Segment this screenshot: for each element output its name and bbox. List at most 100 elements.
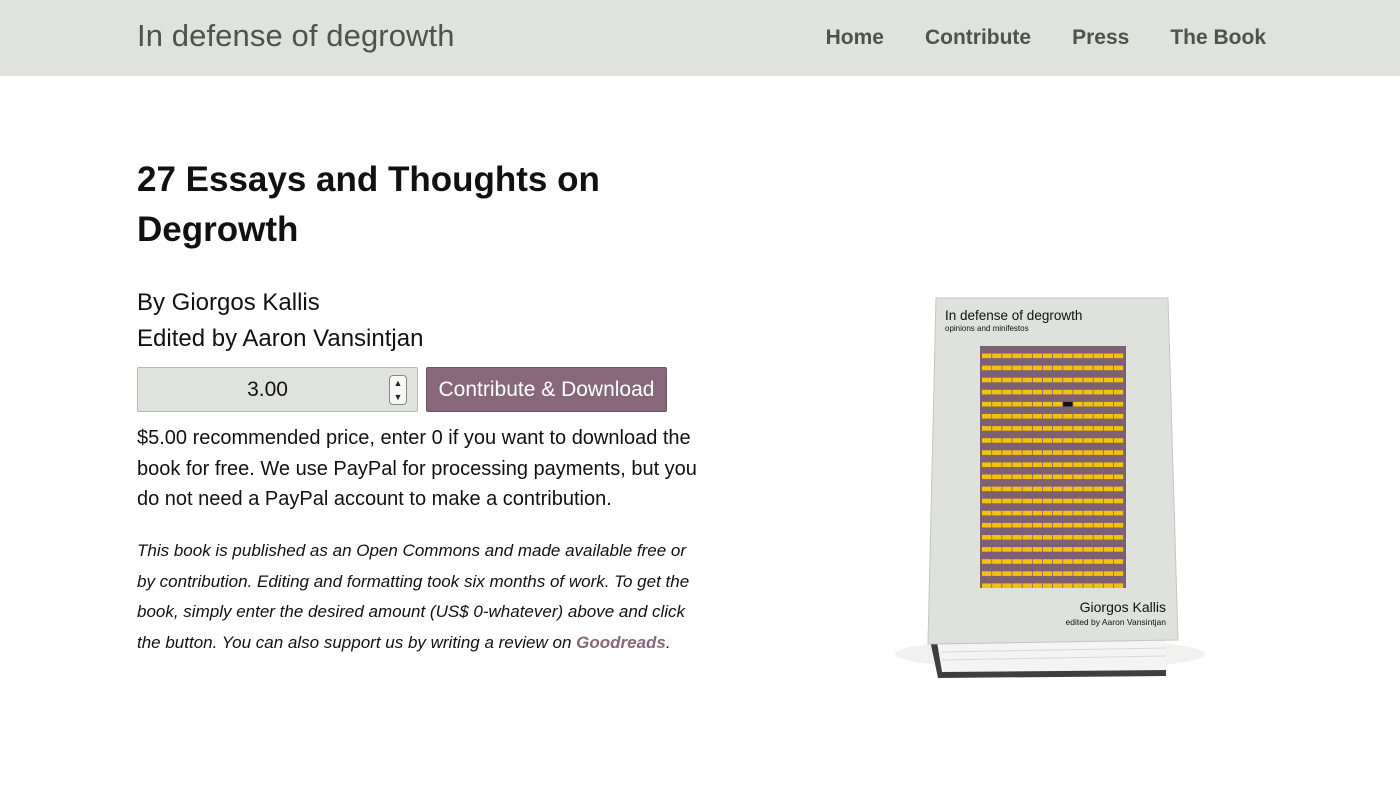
byline: By Giorgos Kallis Edited by Aaron Vansin…	[137, 285, 727, 357]
nav-contribute[interactable]: Contribute	[925, 26, 1031, 50]
stripe-cell	[1073, 510, 1083, 516]
stripe-cell	[1073, 547, 1083, 552]
stripe-cell	[1103, 547, 1114, 552]
stripe-cell	[1113, 353, 1124, 359]
stripe-cell	[1113, 414, 1124, 419]
stripe-cell	[1103, 426, 1114, 431]
stripe-cell	[1042, 486, 1053, 492]
stripe-cell	[1063, 535, 1073, 540]
stripe-cell	[1093, 535, 1103, 540]
stripe-cell	[982, 498, 992, 504]
stripe-cell	[1063, 474, 1073, 480]
stripe-cell	[1032, 486, 1043, 492]
nav-press[interactable]: Press	[1072, 26, 1129, 50]
stripe-cell	[1032, 474, 1043, 480]
stripe-cell	[1032, 547, 1043, 552]
stripe-cell	[1053, 365, 1063, 371]
stripe-cell	[1063, 583, 1073, 588]
stripe-cell	[1022, 474, 1032, 480]
amount-stepper[interactable]: ▲ ▼	[389, 375, 407, 405]
stripe-cell	[1083, 450, 1093, 455]
stripe-cell	[1113, 486, 1124, 492]
stripe-cell	[1032, 377, 1043, 383]
stripe-cell	[1053, 462, 1063, 467]
stripe-cell	[1093, 559, 1103, 564]
stepper-down-icon[interactable]: ▼	[394, 392, 403, 402]
stripe-cell	[1083, 571, 1093, 576]
stripe-cell	[1012, 353, 1022, 359]
stripe-cell	[1002, 510, 1012, 516]
stripe-cell	[1113, 547, 1124, 552]
stripe-cell	[1093, 510, 1103, 516]
stripe-cell	[1113, 583, 1124, 588]
stripe-cell	[1073, 389, 1083, 395]
stripe-cell	[1012, 571, 1022, 576]
stripe-cell	[982, 486, 992, 492]
stripe-cell	[1083, 426, 1093, 431]
stripe-cell	[1113, 535, 1124, 540]
stripe-cell	[1042, 559, 1053, 564]
stripe-cell	[1073, 486, 1083, 492]
nav-the-book[interactable]: The Book	[1170, 26, 1266, 50]
stripe-cell	[1022, 510, 1032, 516]
stripe-cell	[1053, 353, 1063, 359]
stripe-cell	[1113, 510, 1124, 516]
stripe-cell	[1103, 535, 1114, 540]
stripe-cell	[992, 535, 1002, 540]
stripe-cell	[1053, 571, 1063, 576]
stripe-cell	[1083, 510, 1093, 516]
stepper-up-icon[interactable]: ▲	[394, 378, 403, 388]
stripe-cell	[982, 559, 992, 564]
stripe-cell	[1032, 571, 1043, 576]
stripe-cell	[1063, 547, 1073, 552]
stripe-cell	[1042, 389, 1053, 395]
cover-subtitle: opinions and minifestos	[945, 324, 1029, 333]
site-title[interactable]: In defense of degrowth	[137, 18, 455, 54]
stripe-cell	[1103, 353, 1114, 359]
stripe-cell	[1012, 450, 1022, 455]
stripe-cell	[1093, 353, 1103, 359]
stripe-cell	[1093, 547, 1103, 552]
stripe-cell	[1012, 414, 1022, 419]
stripe-cell	[1012, 365, 1022, 371]
stripe-cell	[1073, 377, 1083, 383]
stripe-cell	[1103, 571, 1114, 576]
contribute-download-button[interactable]: Contribute & Download	[426, 367, 667, 412]
stripe-cell	[1002, 571, 1012, 576]
stripe-cell	[992, 353, 1002, 359]
stripe-cell	[1073, 535, 1083, 540]
stripe-cell	[992, 401, 1002, 407]
stripe-cell	[1012, 535, 1022, 540]
stripe-cell	[1002, 401, 1012, 407]
stripe-cell	[982, 450, 992, 455]
stripe-cell	[1022, 498, 1032, 504]
goodreads-link[interactable]: Goodreads	[576, 633, 666, 652]
stripe-cell	[982, 571, 992, 576]
stripe-cell	[1103, 377, 1114, 383]
editor-line: Edited by Aaron Vansintjan	[137, 325, 424, 352]
stripe-cell	[1032, 450, 1043, 455]
amount-input[interactable]	[138, 368, 417, 411]
stripe-cell	[1022, 401, 1032, 407]
stripe-cell	[992, 450, 1002, 455]
stripe-cell	[1093, 365, 1103, 371]
stripe-cell	[1053, 535, 1063, 540]
stripe-cell	[1053, 547, 1063, 552]
stripe-cell	[1113, 571, 1124, 576]
stripe-cell	[992, 583, 1002, 588]
stripe-cell	[1002, 365, 1012, 371]
stripe-cell	[1083, 353, 1093, 359]
stripe-cell	[1063, 510, 1073, 516]
stripe-cell	[1053, 522, 1063, 528]
stripe-cell	[1042, 498, 1053, 504]
stripe-cell	[1042, 474, 1053, 480]
stripe-cell	[1022, 522, 1032, 528]
stripe-cell	[1083, 522, 1093, 528]
stripe-cell	[1002, 547, 1012, 552]
stripe-cell	[1103, 365, 1114, 371]
contribution-form: ▲ ▼ Contribute & Download	[137, 367, 667, 412]
stripe-cell	[1012, 547, 1022, 552]
nav-home[interactable]: Home	[826, 26, 884, 50]
stripe-cell	[1053, 450, 1063, 455]
stripe-cell	[1083, 365, 1093, 371]
